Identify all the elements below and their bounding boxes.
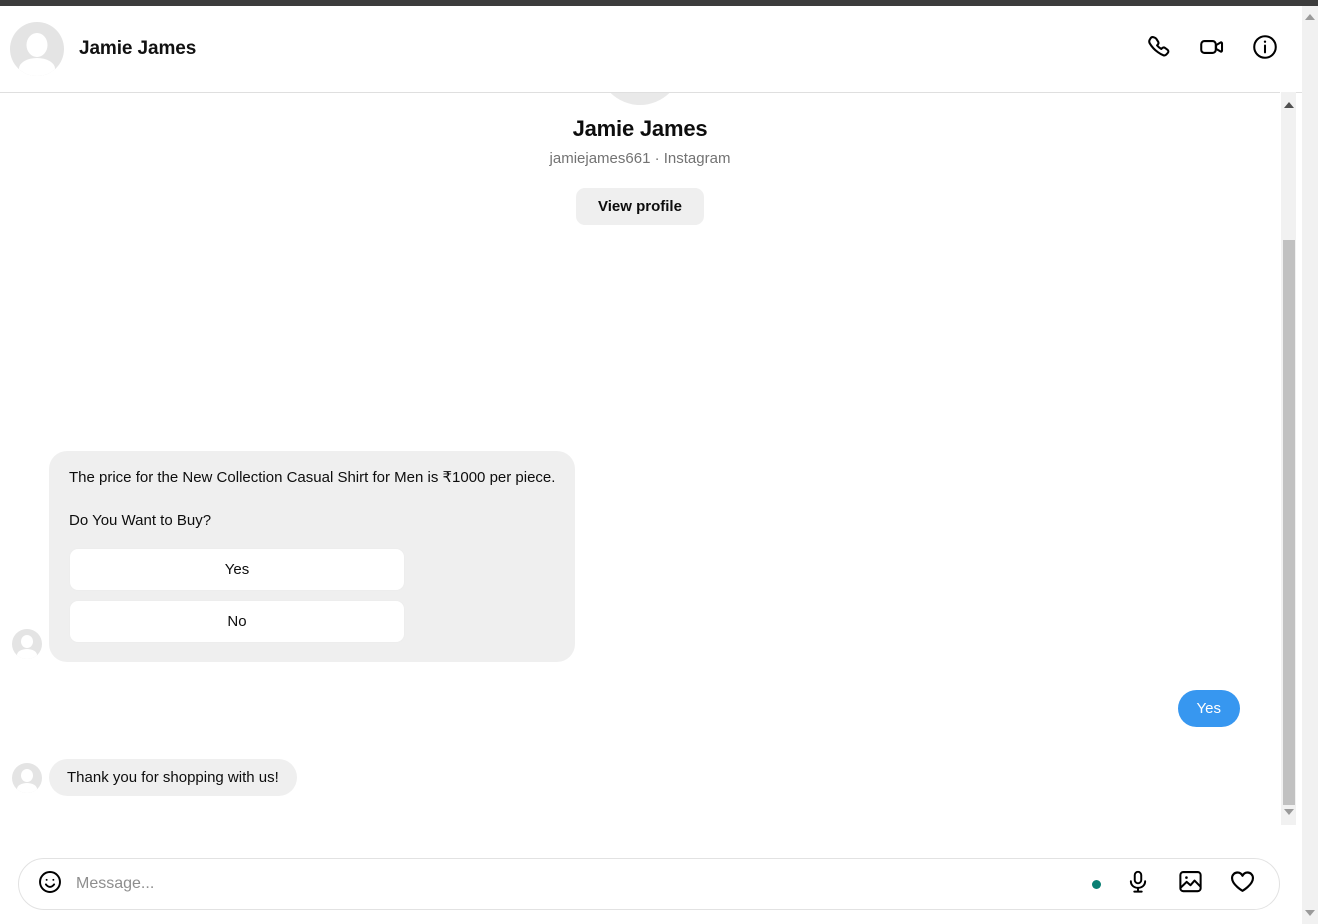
profile-name: Jamie James bbox=[572, 116, 708, 141]
avatar-body-shape bbox=[19, 58, 55, 76]
quick-reply-no-button[interactable]: No bbox=[69, 600, 405, 644]
instagram-direct-message-window: Jamie James Jamie James jamiejames661 · … bbox=[0, 0, 1318, 924]
profile-handle-line: jamiejames661 · Instagram bbox=[549, 150, 731, 167]
app-window: Jamie James Jamie James jamiejames661 · … bbox=[0, 6, 1302, 924]
page-scroll-up-arrow[interactable] bbox=[1305, 14, 1315, 20]
avatar-head-shape bbox=[21, 635, 33, 649]
audio-call-button[interactable] bbox=[1144, 34, 1174, 64]
send-like-button[interactable] bbox=[1227, 869, 1257, 899]
message-row-thanks: Thank you for shopping with us! bbox=[0, 759, 1262, 797]
video-camera-icon bbox=[1198, 33, 1226, 66]
outgoing-bubble-yes: Yes bbox=[1177, 690, 1240, 728]
avatar-head-shape bbox=[21, 769, 33, 783]
conversation-header: Jamie James bbox=[0, 6, 1302, 93]
page-scrollbar[interactable] bbox=[1302, 6, 1318, 924]
avatar-body-shape bbox=[17, 649, 37, 660]
image-icon bbox=[1177, 868, 1204, 900]
recording-status-dot bbox=[1092, 879, 1101, 889]
header-actions bbox=[1144, 34, 1280, 64]
composer-action-icons bbox=[1092, 869, 1257, 899]
message-sender-avatar bbox=[12, 763, 42, 794]
quick-reply-yes-button[interactable]: Yes bbox=[69, 548, 405, 592]
info-circle-icon bbox=[1251, 33, 1279, 66]
video-call-button[interactable] bbox=[1197, 34, 1227, 64]
smiley-face-icon bbox=[37, 869, 63, 900]
profile-intro-block: Jamie James jamiejames661 · Instagram Vi… bbox=[0, 93, 1280, 225]
conversation-info-button[interactable] bbox=[1250, 34, 1280, 64]
message-row-product: The price for the New Collection Casual … bbox=[0, 451, 1262, 663]
avatar-body-shape bbox=[17, 783, 37, 794]
quick-reply-choices: Yes No bbox=[69, 548, 555, 644]
voice-message-button[interactable] bbox=[1123, 869, 1153, 899]
product-question-text: Do You Want to Buy? bbox=[69, 511, 212, 529]
message-list: The price for the New Collection Casual … bbox=[0, 451, 1280, 797]
avatar-head-shape bbox=[26, 33, 48, 57]
heart-icon bbox=[1229, 868, 1256, 900]
message-composer bbox=[0, 844, 1302, 924]
message-sender-avatar bbox=[12, 629, 42, 660]
message-row-outgoing-yes: Yes bbox=[0, 690, 1262, 728]
chat-scroll-up-arrow[interactable] bbox=[1283, 102, 1294, 108]
contact-avatar[interactable] bbox=[10, 22, 64, 76]
view-profile-button[interactable]: View profile bbox=[576, 188, 704, 225]
incoming-bubble-product: The price for the New Collection Casual … bbox=[49, 451, 576, 663]
phone-icon bbox=[1146, 34, 1172, 65]
attach-image-button[interactable] bbox=[1175, 869, 1205, 899]
chat-scroll-area[interactable]: Jamie James jamiejames661 · Instagram Vi… bbox=[0, 93, 1280, 824]
header-contact-name: Jamie James bbox=[79, 38, 197, 59]
chat-scrollbar[interactable] bbox=[1280, 92, 1296, 825]
chat-scroll-thumb[interactable] bbox=[1283, 240, 1295, 805]
composer-input-pill[interactable] bbox=[18, 858, 1280, 910]
chat-scroll-down-arrow[interactable] bbox=[1283, 809, 1294, 815]
product-price-text: The price for the New Collection Casual … bbox=[69, 469, 556, 486]
page-scroll-down-arrow[interactable] bbox=[1305, 910, 1315, 916]
emoji-picker-button[interactable] bbox=[36, 870, 64, 898]
incoming-bubble-thanks: Thank you for shopping with us! bbox=[49, 759, 297, 797]
microphone-icon bbox=[1125, 869, 1151, 900]
message-input[interactable] bbox=[76, 875, 1078, 893]
profile-large-avatar bbox=[598, 93, 682, 105]
